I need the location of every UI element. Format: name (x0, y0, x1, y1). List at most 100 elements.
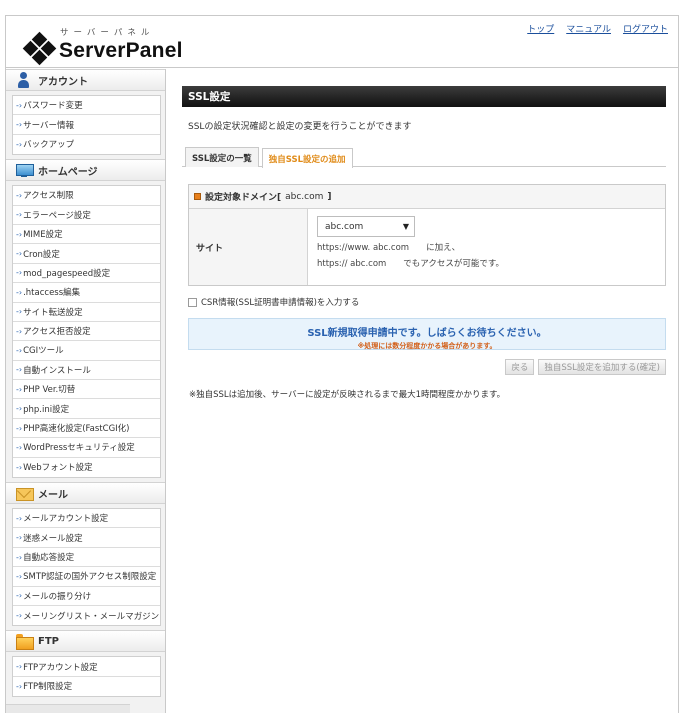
sidebar-item[interactable]: -› .htaccess編集 (13, 283, 160, 303)
tab-bar: SSL設定の一覧 独自SSL設定の追加 (182, 147, 666, 168)
sidebar-item-label: FTP制限設定 (23, 682, 73, 693)
csr-label: CSR情報(SSL証明書申請情報)を入力する (201, 298, 360, 308)
sidebar-item[interactable]: -› PHP Ver.切替 (13, 380, 160, 400)
sidebar-item[interactable]: -› パスワード変更 (13, 96, 160, 116)
sidebar-item[interactable]: -› WordPressセキュリティ設定 (13, 438, 160, 458)
menu-ftp: -› FTPアカウント設定 -› FTP制限設定 (12, 656, 161, 698)
arrow-icon: -› (16, 120, 23, 130)
sidebar-item[interactable]: -› メーリングリスト・メールマガジン (13, 606, 160, 625)
arrow-icon: -› (16, 662, 23, 672)
sidebar-item[interactable]: -› Cron設定 (13, 244, 160, 264)
arrow-icon: -› (16, 571, 23, 581)
arrow-icon: -› (16, 552, 23, 562)
notice-main: SSL新規取得申請中です。しばらくお待ちください。 (307, 328, 547, 339)
sidebar-item[interactable]: -› php.ini設定 (13, 399, 160, 419)
folder-icon (16, 633, 34, 651)
sidebar-item[interactable]: -› CGIツール (13, 341, 160, 361)
sidebar-item[interactable]: -› PHP高速化設定(FastCGI化) (13, 419, 160, 439)
sidebar-item-label: 迷惑メール設定 (23, 533, 83, 544)
tab-ssl-list[interactable]: SSL設定の一覧 (185, 147, 259, 167)
arrow-icon: -› (16, 287, 23, 297)
monitor-icon (16, 162, 34, 178)
logo[interactable]: サーバーパネル ServerPanel (22, 24, 183, 66)
sidebar-item-label: メーリングリスト・メールマガジン (23, 611, 160, 622)
sidebar-item[interactable]: -› mod_pagespeed設定 (13, 264, 160, 284)
menu-mail: -› メールアカウント設定 -› 迷惑メール設定 -› 自動応答設定 -› SMTP認証の国外… (12, 508, 161, 627)
sidebar-category-account: アカウント (6, 69, 165, 91)
sidebar-item-label: MIME設定 (23, 230, 63, 241)
arrow-icon: -› (16, 307, 23, 317)
arrow-icon: -› (16, 210, 23, 220)
page-title: SSL設定 (182, 86, 666, 107)
sidebar-item[interactable]: -› 自動応答設定 (13, 548, 160, 568)
arrow-icon: -› (16, 326, 23, 336)
csr-checkbox[interactable] (188, 297, 197, 307)
sidebar-category-ftp: FTP (6, 630, 165, 653)
app-frame: サーバーパネル ServerPanel トップ マニュアル ログアウト アカウン… (5, 15, 679, 713)
sidebar-item-label: SMTP認証の国外アクセス制限設定 (23, 572, 157, 583)
arrow-icon: -› (16, 268, 23, 278)
url-line-www: https://www. abc.com に加え、 (317, 243, 461, 253)
footer-note: ※独自SSLは追加後、サーバーに設定が反映されるまで最大1時間程度かかります。 (189, 390, 506, 400)
main-content: SSL設定 SSLの設定状況確認と設定の変更を行うことができます SSL設定の一… (182, 86, 666, 400)
status-notice: SSL新規取得申請中です。しばらくお待ちください。 ※処理には数分程度かかる場合… (188, 318, 666, 350)
sidebar-item[interactable]: -› メールアカウント設定 (13, 509, 160, 529)
sidebar-item-label: 自動インストール (23, 365, 91, 376)
csr-option: CSR情報(SSL証明書申請情報)を入力する (188, 296, 666, 308)
sidebar-item-label: エラーページ設定 (23, 210, 91, 221)
orange-square-icon (194, 193, 201, 200)
site-select[interactable]: abc.com ▼ (317, 216, 415, 237)
logo-name: ServerPanel (59, 39, 183, 62)
arrow-icon: -› (16, 365, 23, 375)
arrow-icon: -› (16, 384, 23, 394)
arrow-icon: -› (16, 442, 23, 452)
sidebar-item[interactable]: -› メールの振り分け (13, 587, 160, 606)
sidebar-item-label: 自動応答設定 (23, 553, 75, 563)
site-row: サイト abc.com ▼ https://www. abc.com に加え、 … (189, 209, 665, 285)
arrow-icon: -› (16, 139, 23, 149)
logout-link[interactable]: ログアウト (623, 22, 668, 35)
sidebar-item-label: パスワード変更 (23, 101, 83, 112)
mail-icon (16, 485, 34, 502)
sidebar-item[interactable]: -› FTPアカウント設定 (13, 657, 160, 677)
menu-account: -› パスワード変更 -› サーバー情報 -› バックアップ (12, 95, 161, 156)
button-row: 戻る 独自SSL設定を追加する(確定) (182, 359, 666, 375)
tab-add-ssl[interactable]: 独自SSL設定の追加 (261, 148, 353, 168)
caret-down-icon: ▼ (402, 222, 409, 231)
arrow-icon: -› (16, 462, 23, 472)
sidebar-category-homepage: ホームページ (6, 159, 165, 182)
sidebar-item[interactable]: -› Webフォント設定 (13, 458, 160, 477)
arrow-icon: -› (16, 681, 23, 691)
sidebar-item[interactable]: -› アクセス制限 (13, 186, 160, 206)
sidebar-item[interactable]: -› 迷惑メール設定 (13, 528, 160, 548)
top-link[interactable]: トップ (527, 22, 554, 35)
sidebar-item[interactable]: -› バックアップ (13, 135, 160, 154)
sidebar-item-label: バックアップ (23, 140, 75, 151)
arrow-icon: -› (16, 190, 23, 200)
sidebar-item[interactable]: -› サーバー情報 (13, 115, 160, 135)
arrow-icon: -› (16, 423, 23, 433)
arrow-icon: -› (16, 404, 23, 414)
sidebar-item-label: Cron設定 (23, 249, 60, 260)
logo-kana: サーバーパネル (60, 28, 155, 38)
sidebar-item[interactable]: -› アクセス拒否設定 (13, 322, 160, 342)
arrow-icon: -› (16, 100, 23, 110)
sidebar-item[interactable]: -› エラーページ設定 (13, 206, 160, 225)
sidebar-item-label: CGIツール (23, 346, 64, 357)
sidebar-item[interactable]: -› サイト転送設定 (13, 303, 160, 322)
sidebar-item-label: WordPressセキュリティ設定 (23, 443, 135, 454)
sidebar-item[interactable]: -› FTP制限設定 (13, 677, 160, 696)
sidebar-item[interactable]: -› SMTP認証の国外アクセス制限設定 (13, 567, 160, 587)
confirm-add-ssl-button[interactable]: 独自SSL設定を追加する(確定) (538, 359, 666, 375)
sidebar-item-label: メールの振り分け (23, 591, 92, 602)
sidebar-item[interactable]: -› 自動インストール (13, 361, 160, 381)
arrow-icon: -› (16, 249, 23, 259)
top-links: トップ マニュアル ログアウト (527, 22, 668, 35)
url-line-bare: https:// abc.com でもアクセスが可能です。 (317, 259, 505, 269)
manual-link[interactable]: マニュアル (566, 22, 611, 35)
logo-diamond-icon (22, 31, 57, 66)
person-icon (16, 72, 32, 88)
sidebar-item-label: Webフォント設定 (23, 463, 93, 474)
back-button[interactable]: 戻る (505, 359, 535, 375)
sidebar-item[interactable]: -› MIME設定 (13, 225, 160, 245)
